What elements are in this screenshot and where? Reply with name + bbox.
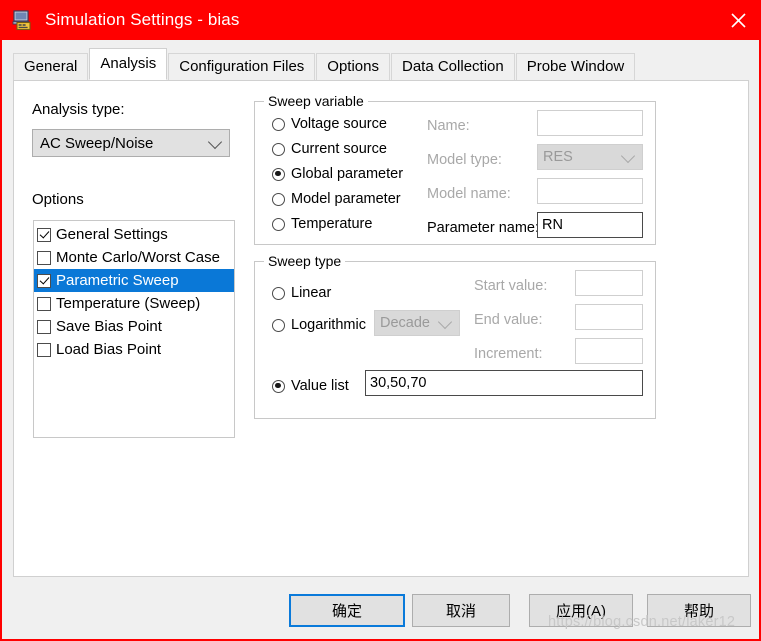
radio-label: Temperature xyxy=(291,216,373,232)
start-value-field[interactable] xyxy=(575,270,643,296)
tab-data-collection[interactable]: Data Collection xyxy=(391,53,515,80)
model-type-label: Model type: xyxy=(427,152,502,168)
title-bar: Simulation Settings - bias xyxy=(0,0,761,40)
radio-label: Global parameter xyxy=(291,166,404,182)
checkbox-temperature-sweep[interactable] xyxy=(37,296,51,311)
radio-label: Logarithmic xyxy=(291,317,366,333)
radio-label: Current source xyxy=(291,141,387,157)
sweep-type-title: Sweep type xyxy=(264,253,346,269)
radio-voltage-source[interactable]: Voltage source xyxy=(272,116,387,132)
radio-label: Voltage source xyxy=(291,116,387,132)
analysis-type-value: AC Sweep/Noise xyxy=(40,134,154,152)
radio-label: Linear xyxy=(291,285,332,301)
checkbox-parametric-sweep[interactable] xyxy=(37,273,51,288)
increment-field[interactable] xyxy=(575,338,643,364)
list-item-label: Save Bias Point xyxy=(56,318,162,335)
radio-linear[interactable]: Linear xyxy=(272,285,331,301)
options-label: Options xyxy=(32,191,84,208)
value-list-field[interactable]: 30,50,70 xyxy=(365,370,643,396)
list-item[interactable]: Load Bias Point xyxy=(34,338,234,361)
list-item[interactable]: Monte Carlo/Worst Case xyxy=(34,246,234,269)
tab-configuration-files[interactable]: Configuration Files xyxy=(168,53,316,80)
close-icon xyxy=(730,12,746,28)
simulation-settings-icon xyxy=(12,9,34,31)
list-item-label: Monte Carlo/Worst Case xyxy=(56,249,220,266)
checkbox-load-bias-point[interactable] xyxy=(37,342,51,357)
increment-label: Increment: xyxy=(474,346,543,362)
options-list[interactable]: General Settings Monte Carlo/Worst Case … xyxy=(33,220,235,438)
cancel-button[interactable]: 取消 xyxy=(412,594,510,627)
radio-label: Model parameter xyxy=(291,191,401,207)
name-label: Name: xyxy=(427,118,470,134)
radio-icon-selected xyxy=(272,379,285,393)
parameter-name-label: Parameter name: xyxy=(427,220,540,236)
radio-icon xyxy=(272,117,285,131)
checkbox-save-bias-point[interactable] xyxy=(37,319,51,334)
radio-label: Value list xyxy=(291,378,349,394)
radio-icon xyxy=(272,142,285,156)
analysis-type-label: Analysis type: xyxy=(32,101,125,118)
tab-analysis[interactable]: Analysis xyxy=(89,48,168,80)
radio-icon xyxy=(272,217,285,231)
chevron-down-icon xyxy=(207,134,223,150)
checkbox-general-settings[interactable] xyxy=(37,227,51,242)
name-field[interactable] xyxy=(537,110,643,136)
chevron-down-icon xyxy=(437,314,453,330)
model-name-label: Model name: xyxy=(427,186,511,202)
start-value-label: Start value: xyxy=(474,278,548,294)
sweep-type-group: Sweep type Linear Logarithmic Decade Val… xyxy=(254,253,656,419)
list-item-label: Parametric Sweep xyxy=(56,272,179,289)
simulation-settings-dialog: Simulation Settings - bias General Analy… xyxy=(0,0,761,641)
tab-probe-window[interactable]: Probe Window xyxy=(515,53,636,80)
radio-global-parameter[interactable]: Global parameter xyxy=(272,166,403,182)
tab-general[interactable]: General xyxy=(13,53,89,80)
sweep-variable-group: Sweep variable Voltage source Current so… xyxy=(254,93,656,245)
log-scale-select[interactable]: Decade xyxy=(374,310,460,336)
list-item[interactable]: Save Bias Point xyxy=(34,315,234,338)
radio-icon-selected xyxy=(272,167,285,181)
radio-icon xyxy=(272,318,285,332)
end-value-field[interactable] xyxy=(575,304,643,330)
parameter-name-field[interactable]: RN xyxy=(537,212,643,238)
list-item-label: General Settings xyxy=(56,226,168,243)
tab-strip: General Analysis Configuration Files Opt… xyxy=(13,48,636,80)
end-value-label: End value: xyxy=(474,312,543,328)
radio-logarithmic[interactable]: Logarithmic xyxy=(272,317,366,333)
radio-current-source[interactable]: Current source xyxy=(272,141,387,157)
checkbox-monte-carlo-worst-case[interactable] xyxy=(37,250,51,265)
radio-icon xyxy=(272,192,285,206)
chevron-down-icon xyxy=(620,148,636,164)
model-type-select[interactable]: RES xyxy=(537,144,643,170)
analysis-type-select[interactable]: AC Sweep/Noise xyxy=(32,129,230,157)
list-item[interactable]: Parametric Sweep xyxy=(34,269,234,292)
radio-value-list[interactable]: Value list xyxy=(272,378,349,394)
model-name-field[interactable] xyxy=(537,178,643,204)
radio-temperature[interactable]: Temperature xyxy=(272,216,372,232)
list-item-label: Temperature (Sweep) xyxy=(56,295,201,312)
radio-icon xyxy=(272,286,285,300)
list-item-label: Load Bias Point xyxy=(56,341,162,358)
ok-button[interactable]: 确定 xyxy=(289,594,405,627)
log-scale-value: Decade xyxy=(380,315,430,331)
analysis-tab-panel: Analysis type: AC Sweep/Noise Options Ge… xyxy=(13,80,749,577)
tab-options[interactable]: Options xyxy=(316,53,390,80)
watermark: https://blog.csdn.net/laker12 xyxy=(548,614,736,630)
model-type-value: RES xyxy=(543,149,573,165)
sweep-variable-title: Sweep variable xyxy=(264,93,368,109)
list-item[interactable]: Temperature (Sweep) xyxy=(34,292,234,315)
window-title: Simulation Settings - bias xyxy=(45,10,240,29)
list-item[interactable]: General Settings xyxy=(34,223,234,246)
close-button[interactable] xyxy=(715,0,761,40)
radio-model-parameter[interactable]: Model parameter xyxy=(272,191,401,207)
